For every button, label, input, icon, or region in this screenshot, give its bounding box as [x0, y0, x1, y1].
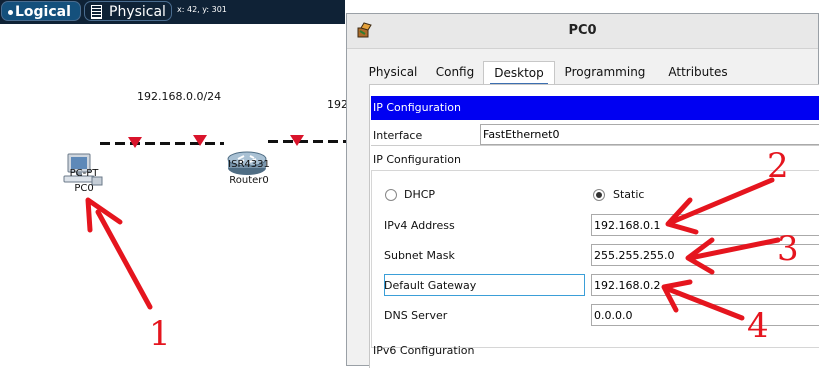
- dns-server-input[interactable]: 0.0.0.0: [591, 304, 819, 326]
- annotation-number-1: 1: [149, 314, 171, 354]
- router-name-label: Router0: [229, 175, 269, 186]
- static-label: Static: [613, 188, 645, 201]
- logical-mode-button[interactable]: Logical: [1, 1, 81, 21]
- cursor-coordinates: x: 42, y: 301: [177, 5, 227, 14]
- interface-select[interactable]: FastEthernet0: [480, 124, 819, 145]
- ipv6-configuration-label: IPv6 Configuration: [373, 344, 475, 357]
- tab-programming[interactable]: Programming: [555, 61, 655, 85]
- annotation-number-3: 3: [777, 229, 799, 269]
- workspace-mode-bar: Logical Physical x: 42, y: 301: [0, 0, 345, 24]
- network-label-right: 192: [327, 98, 348, 111]
- interface-label: Interface: [373, 129, 423, 142]
- window-title: PC0: [568, 23, 597, 38]
- subnet-mask-label: Subnet Mask: [384, 249, 455, 262]
- physical-grid-icon: [91, 5, 102, 19]
- physical-label: Physical: [109, 4, 166, 20]
- window-titlebar[interactable]: PC0: [347, 14, 818, 49]
- dns-server-label: DNS Server: [384, 309, 448, 322]
- default-gateway-label: Default Gateway: [384, 279, 477, 292]
- physical-mode-button[interactable]: Physical: [84, 1, 172, 21]
- static-radio[interactable]: [593, 189, 605, 201]
- router-type-label: ISR4331: [228, 159, 270, 170]
- logical-label: Logical: [15, 4, 71, 20]
- pc0-config-window: PC0 Physical Config Desktop Programming …: [346, 13, 819, 368]
- dhcp-label: DHCP: [404, 188, 436, 201]
- tab-attributes[interactable]: Attributes: [655, 61, 741, 85]
- network-label: 192.168.0.0/24: [137, 90, 222, 103]
- annotation-number-2: 2: [767, 146, 789, 186]
- tab-physical[interactable]: Physical: [359, 61, 427, 85]
- router-uplink[interactable]: [268, 140, 348, 143]
- link-status-icon: [290, 135, 304, 146]
- tab-desktop-label: Desktop: [494, 66, 544, 80]
- default-gateway-input[interactable]: 192.168.0.2: [591, 274, 819, 296]
- logical-workspace-canvas[interactable]: 192.168.0.0/24 192 PC-PT PC0 ISR4331 Rou…: [0, 24, 348, 366]
- ip-configuration-group-label: IP Configuration: [373, 153, 461, 166]
- ipv4-address-label: IPv4 Address: [384, 219, 455, 232]
- dhcp-radio[interactable]: [385, 189, 397, 201]
- pc-type-label: PC-PT: [69, 168, 99, 179]
- divider: [371, 145, 819, 146]
- pc-name-label: PC0: [74, 183, 94, 194]
- tab-desktop[interactable]: Desktop: [483, 61, 555, 85]
- tab-config[interactable]: Config: [427, 61, 483, 85]
- ip-configuration-header: IP Configuration: [371, 96, 819, 120]
- link-status-icon: [128, 137, 142, 148]
- logical-dot-icon: [8, 9, 13, 15]
- annotation-number-4: 4: [747, 306, 769, 346]
- link-status-icon: [193, 135, 207, 146]
